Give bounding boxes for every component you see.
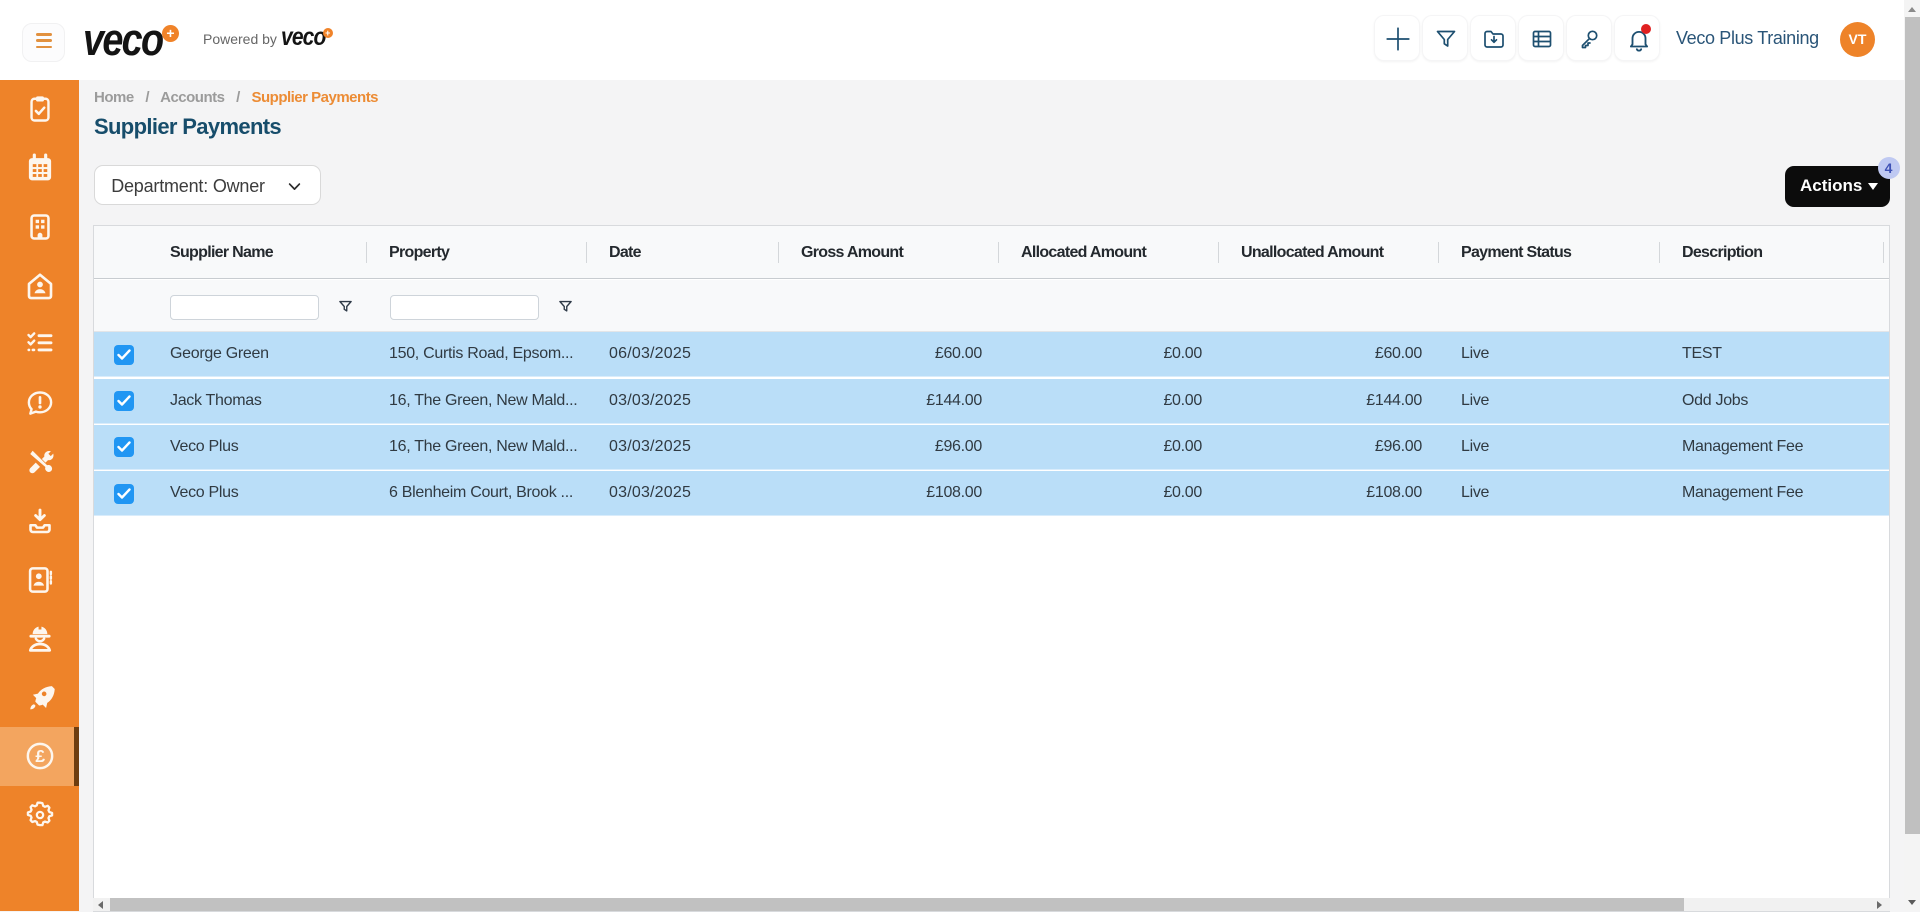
svg-text:£: £ [35,746,45,766]
